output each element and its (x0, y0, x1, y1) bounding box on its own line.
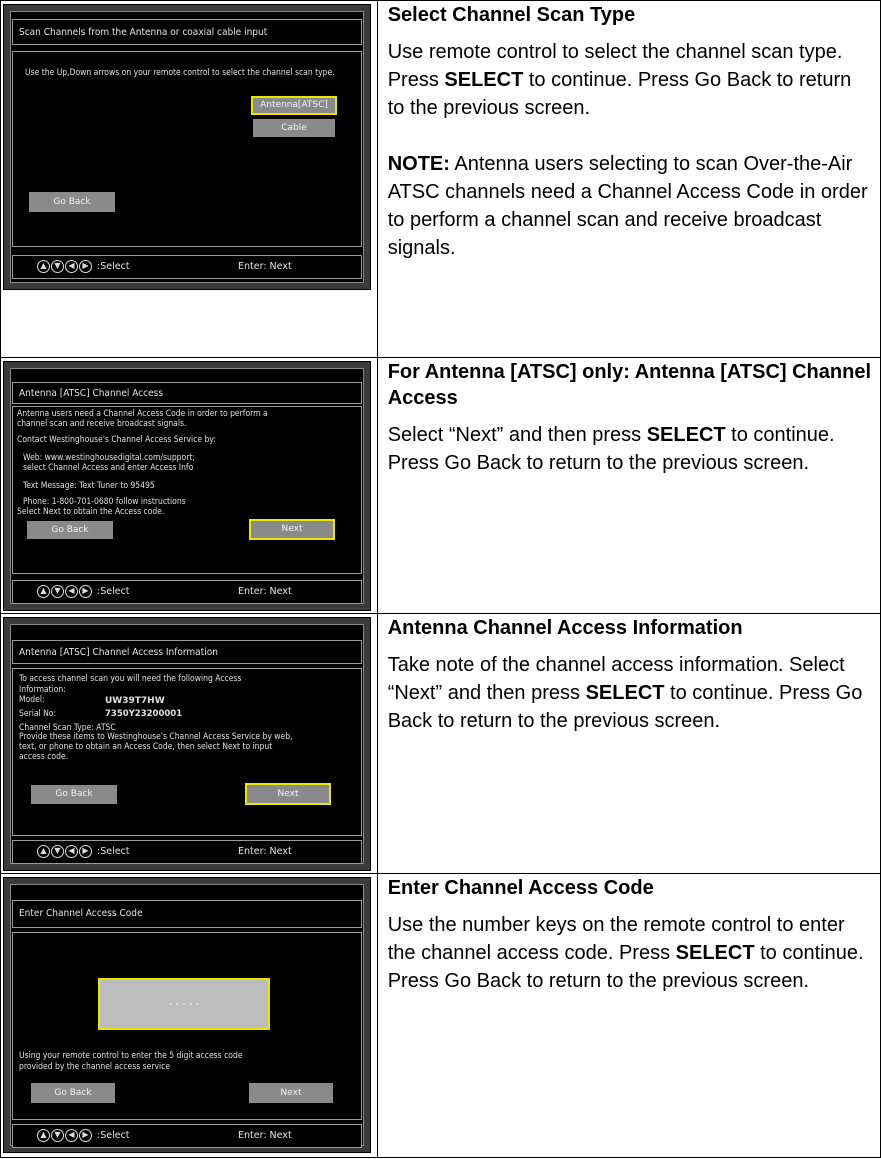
left-arrow-icon: ◀ (65, 585, 78, 598)
down-arrow-icon: ▼ (51, 585, 64, 598)
screen-text: channel scan and receive broadcast signa… (17, 419, 187, 429)
screen-text: Web: www.westinghousedigital.com/support… (23, 453, 195, 463)
next-button[interactable]: Next (249, 1083, 333, 1103)
instruction-text: Select “Next” and then press SELECT to c… (387, 424, 835, 474)
down-arrow-icon: ▼ (51, 845, 64, 858)
screen-title: Antenna [ATSC] Channel Access (12, 382, 362, 404)
footer-select: :Select (97, 846, 130, 857)
screen-text: Contact Westinghouse's Channel Access Se… (17, 435, 216, 445)
instruction-text: Take note of the channel access informat… (387, 654, 863, 732)
screen-body: To access channel scan you will need the… (12, 668, 362, 836)
text-cell: For Antenna [ATSC] only: Antenna [ATSC] … (376, 357, 881, 614)
left-arrow-icon: ◀ (65, 260, 78, 273)
footer-enter: Enter: Next (238, 846, 292, 857)
table-row: Scan Channels from the Antenna or coaxia… (0, 0, 881, 358)
down-arrow-icon: ▼ (51, 260, 64, 273)
left-arrow-icon: ◀ (65, 1129, 78, 1142)
next-button[interactable]: Next (245, 783, 331, 805)
model-value: UW39T7HW (105, 696, 165, 706)
section-heading: Enter Channel Access Code (387, 877, 654, 899)
footer-select: :Select (97, 261, 130, 272)
right-arrow-icon: ▶ (79, 1129, 92, 1142)
section-heading: Select Channel Scan Type (387, 4, 636, 26)
up-arrow-icon: ▲ (37, 845, 50, 858)
screen-text: To access channel scan you will need the… (19, 674, 242, 684)
arrow-keys: ▲ ▼ ◀ ▶ (37, 260, 92, 273)
left-arrow-icon: ◀ (65, 845, 78, 858)
go-back-button[interactable]: Go Back (31, 785, 117, 804)
screen-text: text, or phone to obtain an Access Code,… (19, 742, 273, 752)
screenshot-cell: Antenna [ATSC] Channel Access Antenna us… (0, 357, 378, 614)
model-label: Model: (19, 695, 45, 705)
right-arrow-icon: ▶ (79, 845, 92, 858)
screen-body: Use the Up,Down arrows on your remote co… (12, 51, 362, 247)
section-heading: For Antenna [ATSC] only: Antenna [ATSC] … (387, 361, 872, 409)
screen-title: Antenna [ATSC] Channel Access Informatio… (12, 640, 362, 664)
screen-footer: ▲ ▼ ◀ ▶ :Select Enter: Next (12, 580, 362, 604)
text-cell: Antenna Channel Access Information Take … (376, 613, 881, 874)
arrow-keys: ▲ ▼ ◀ ▶ (37, 585, 92, 598)
instruction-text: Use remote control to select the channel… (387, 41, 852, 119)
table-row: Enter Channel Access Code - - - - - Usin… (0, 873, 881, 1158)
screen-instructions: Use the Up,Down arrows on your remote co… (25, 68, 335, 78)
screen-body: - - - - - Using your remote control to e… (12, 932, 362, 1120)
footer-enter: Enter: Next (238, 586, 292, 597)
table-row: Antenna [ATSC] Channel Access Antenna us… (0, 357, 881, 614)
footer-select: :Select (97, 1130, 130, 1141)
manual-table: Scan Channels from the Antenna or coaxia… (0, 0, 881, 1158)
serial-value: 7350Y23200001 (105, 709, 183, 719)
arrow-keys: ▲ ▼ ◀ ▶ (37, 1129, 92, 1142)
go-back-button[interactable]: Go Back (27, 521, 113, 539)
tv-screen-access-info: Antenna [ATSC] Channel Access Informatio… (3, 617, 371, 871)
screenshot-cell: Antenna [ATSC] Channel Access Informatio… (0, 613, 378, 874)
screen-text: Antenna users need a Channel Access Code… (17, 409, 268, 419)
screen-text: Select Next to obtain the Access code. (17, 507, 165, 517)
screen-title: Enter Channel Access Code (12, 900, 362, 928)
instruction-text: Use the number keys on the remote contro… (387, 914, 864, 992)
cable-option[interactable]: Cable (253, 119, 335, 137)
screen-text: Provide these items to Westinghouse's Ch… (19, 732, 293, 742)
screen-footer: ▲ ▼ ◀ ▶ :Select Enter: Next (12, 255, 362, 279)
text-cell: Select Channel Scan Type Use remote cont… (376, 0, 881, 358)
screen-text: Phone: 1-800-701-0680 follow instruction… (23, 497, 186, 507)
screen-text: provided by the channel access service (19, 1062, 171, 1072)
screen-text: Using your remote control to enter the 5… (19, 1051, 243, 1061)
screen-text: select Channel Access and enter Access I… (23, 463, 194, 473)
text-cell: Enter Channel Access Code Use the number… (376, 873, 881, 1158)
footer-enter: Enter: Next (238, 261, 292, 272)
right-arrow-icon: ▶ (79, 260, 92, 273)
tv-screen-scan-type: Scan Channels from the Antenna or coaxia… (3, 4, 371, 290)
up-arrow-icon: ▲ (37, 585, 50, 598)
screen-title: Scan Channels from the Antenna or coaxia… (12, 19, 362, 45)
up-arrow-icon: ▲ (37, 260, 50, 273)
right-arrow-icon: ▶ (79, 585, 92, 598)
go-back-button[interactable]: Go Back (29, 192, 115, 212)
note-text: NOTE: Antenna users selecting to scan Ov… (387, 153, 868, 259)
screen-body: Antenna users need a Channel Access Code… (12, 406, 362, 574)
go-back-button[interactable]: Go Back (31, 1083, 115, 1103)
serial-label: Serial No: (19, 709, 57, 719)
screenshot-cell: Enter Channel Access Code - - - - - Usin… (0, 873, 378, 1158)
tv-screen-channel-access: Antenna [ATSC] Channel Access Antenna us… (3, 361, 371, 611)
screen-text: Text Message: Text Tuner to 95495 (23, 481, 155, 491)
down-arrow-icon: ▼ (51, 1129, 64, 1142)
antenna-option[interactable]: Antenna[ATSC] (251, 96, 337, 115)
next-button[interactable]: Next (249, 519, 335, 540)
footer-select: :Select (97, 586, 130, 597)
tv-screen-enter-code: Enter Channel Access Code - - - - - Usin… (3, 877, 371, 1153)
footer-enter: Enter: Next (238, 1130, 292, 1141)
arrow-keys: ▲ ▼ ◀ ▶ (37, 845, 92, 858)
screen-footer: ▲ ▼ ◀ ▶ :Select Enter: Next (12, 1124, 362, 1148)
screen-text: Information: (19, 685, 66, 695)
screenshot-cell: Scan Channels from the Antenna or coaxia… (0, 0, 378, 358)
access-code-input[interactable]: - - - - - (98, 978, 270, 1030)
section-heading: Antenna Channel Access Information (387, 617, 743, 639)
screen-footer: ▲ ▼ ◀ ▶ :Select Enter: Next (12, 840, 362, 864)
screen-text: access code. (19, 752, 69, 762)
table-row: Antenna [ATSC] Channel Access Informatio… (0, 613, 881, 874)
up-arrow-icon: ▲ (37, 1129, 50, 1142)
